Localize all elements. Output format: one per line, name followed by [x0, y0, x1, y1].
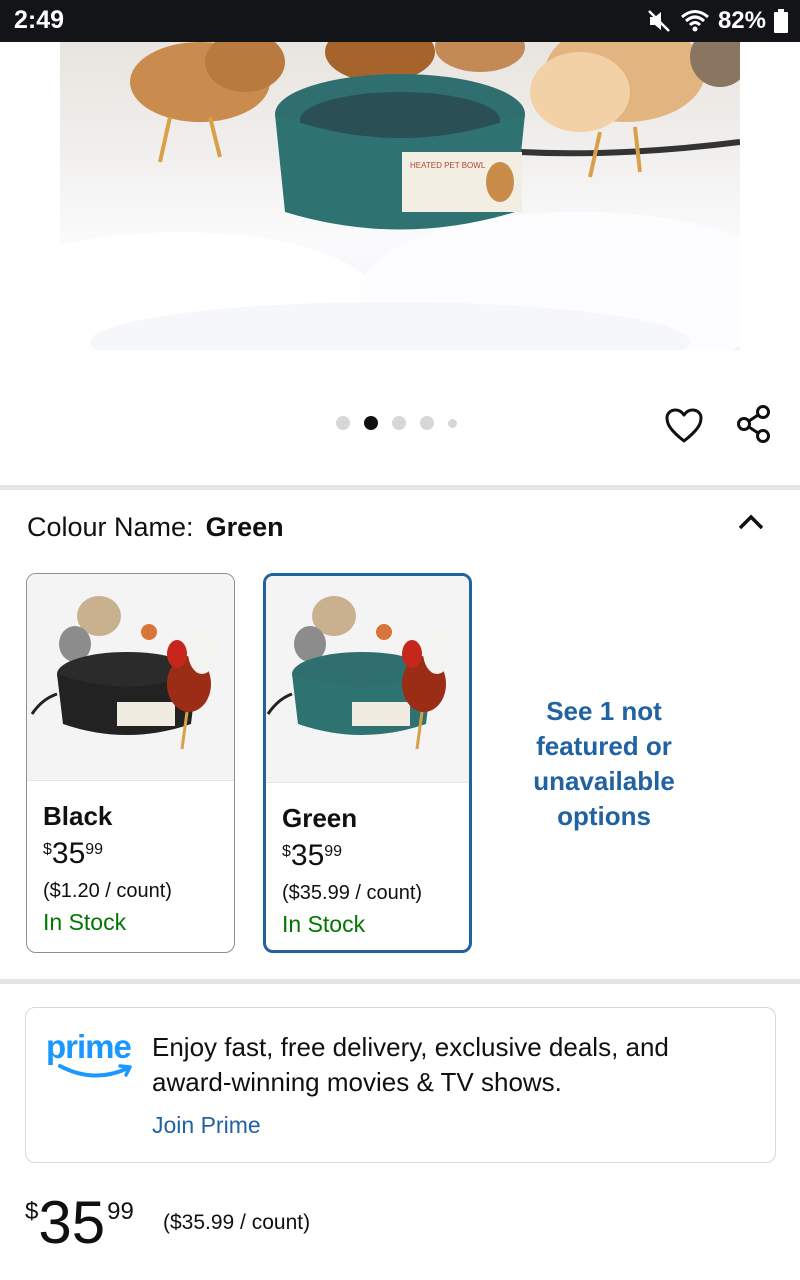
price-whole: 35: [290, 839, 325, 872]
variant-illustration: [30, 596, 216, 750]
share-button[interactable]: [734, 404, 774, 444]
battery-level: 82%: [717, 7, 766, 34]
product-illustration: HEATED PET BOWL: [60, 42, 740, 350]
prime-logo-text: prime: [46, 1028, 132, 1065]
price-fraction: 99: [107, 1198, 134, 1225]
carousel-dot[interactable]: [336, 416, 350, 430]
section-divider: [0, 485, 800, 490]
variant-card-black[interactable]: Black $ 35 99 ($1.20 / count) In Stock: [26, 573, 235, 953]
variant-illustration: [266, 596, 451, 750]
price-symbol: $: [43, 841, 52, 858]
prime-logo: prime: [46, 1028, 138, 1088]
see-unavailable-options-link[interactable]: See 1 not featured or unavailable option…: [504, 694, 704, 834]
colour-label: Colour Name:: [27, 512, 194, 542]
variant-unit-price: ($1.20 / count): [43, 880, 172, 902]
section-divider: [0, 979, 800, 984]
price-symbol: $: [282, 843, 291, 860]
colour-selected: Green: [205, 512, 284, 542]
variant-unit-price: ($35.99 / count): [282, 882, 423, 904]
share-icon: [737, 405, 770, 443]
price-fraction: 99: [85, 841, 104, 858]
wishlist-button[interactable]: [664, 406, 704, 446]
colour-header: Colour Name: Green: [27, 512, 284, 543]
variant-image-black: [27, 574, 234, 781]
price-fraction: 99: [324, 843, 343, 860]
variant-price: $ 35 99: [43, 838, 218, 870]
carousel-dot[interactable]: [420, 416, 434, 430]
variant-name: Green: [282, 803, 358, 833]
chevron-up-icon: [738, 514, 764, 530]
join-prime-link[interactable]: Join Prime: [152, 1112, 261, 1139]
bowl-label: HEATED PET BOWL: [410, 161, 486, 170]
price-whole: 35: [38, 1189, 106, 1256]
prime-description: Enjoy fast, free delivery, exclusive dea…: [152, 1032, 669, 1097]
heart-icon: [665, 408, 703, 443]
carousel-dot[interactable]: [392, 416, 406, 430]
prime-smile-icon: [58, 1064, 132, 1078]
battery-icon: [774, 9, 788, 33]
status-time: 2:49: [14, 6, 65, 34]
variant-price: $ 35 99: [282, 840, 453, 872]
variant-stock: In Stock: [282, 911, 366, 937]
prime-promo: prime Enjoy fast, free delivery, exclusi…: [25, 1007, 776, 1163]
product-image[interactable]: HEATED PET BOWL: [60, 42, 740, 350]
variant-stock: In Stock: [43, 909, 127, 935]
variant-image-green: [266, 576, 469, 783]
wifi-icon: [680, 10, 709, 32]
variant-name: Black: [43, 801, 113, 831]
status-bar: 2:49 82%: [0, 0, 800, 42]
carousel-dots: [336, 416, 457, 430]
status-icons: 82%: [646, 6, 788, 36]
collapse-button[interactable]: [736, 508, 766, 534]
price-whole: 35: [51, 837, 86, 870]
carousel-dot-active[interactable]: [364, 416, 378, 430]
price-per-unit: ($35.99 / count): [163, 1211, 311, 1234]
product-price: $ 35 99: [25, 1190, 134, 1256]
mute-icon: [648, 10, 670, 32]
variant-card-green[interactable]: Green $ 35 99 ($35.99 / count) In Stock: [263, 573, 472, 953]
carousel-dot[interactable]: [448, 418, 457, 428]
price-symbol: $: [25, 1198, 39, 1225]
